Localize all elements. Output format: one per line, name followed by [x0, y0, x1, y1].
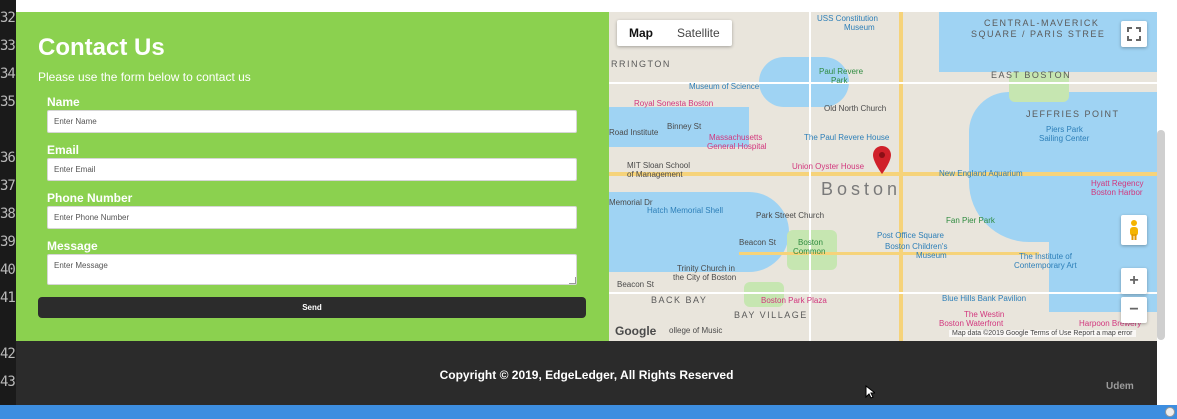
- location-pin-icon[interactable]: [873, 146, 891, 174]
- line-number: 35: [0, 94, 16, 110]
- taskbar: [0, 405, 1177, 419]
- map-road: [809, 12, 811, 341]
- map-label: Common: [793, 247, 826, 256]
- web-page: Contact Us Please use the form below to …: [16, 0, 1157, 405]
- map-label: Road Institute: [609, 128, 659, 137]
- fullscreen-icon[interactable]: [1121, 21, 1147, 47]
- page-top-strip: [16, 0, 1157, 12]
- map-label: Old North Church: [824, 104, 887, 113]
- email-label: Email: [47, 143, 80, 157]
- google-logo: Google: [615, 324, 657, 338]
- map-label: Sailing Center: [1039, 134, 1090, 143]
- line-number: 43: [0, 374, 16, 390]
- map-label: Museum of Science: [689, 82, 760, 91]
- map-label: The Institute of: [1019, 252, 1072, 261]
- map-label: the City of Boston: [673, 273, 737, 282]
- map-attribution[interactable]: Map data ©2019 Google Terms of Use Repor…: [949, 330, 1136, 337]
- map-label: JEFFRIES POINT: [1026, 109, 1120, 119]
- map-label: Trinity Church in: [677, 264, 735, 273]
- send-button[interactable]: Send: [38, 297, 586, 318]
- scrollbar-thumb[interactable]: [1157, 130, 1165, 340]
- map-label: Royal Sonesta Boston: [634, 99, 714, 108]
- map-label: Boston Park Plaza: [761, 296, 827, 305]
- google-map[interactable]: USS Constitution Museum CENTRAL-MAVERICK…: [609, 12, 1157, 341]
- map-label: Paul Revere: [819, 67, 864, 76]
- map-label: BACK BAY: [651, 295, 708, 305]
- editor-line-gutter: 32 33 34 35 36 37 38 39 40 41 42 43: [0, 0, 16, 405]
- name-label: Name: [47, 95, 80, 109]
- map-label: USS Constitution: [817, 14, 878, 23]
- phone-label: Phone Number: [47, 191, 133, 205]
- udemy-watermark: Udem: [1106, 381, 1134, 392]
- map-label: Hyatt Regency: [1091, 179, 1144, 188]
- map-label: Binney St: [667, 122, 702, 131]
- line-number: 41: [0, 290, 16, 306]
- map-label: Beacon St: [739, 238, 776, 247]
- map-label: Union Oyster House: [792, 162, 865, 171]
- map-road: [609, 292, 1157, 294]
- map-label: Beacon St: [617, 280, 654, 289]
- message-label: Message: [47, 239, 98, 253]
- map-label: BAY VILLAGE: [734, 310, 808, 320]
- map-label: Park: [831, 76, 848, 85]
- map-label: Boston Waterfront: [939, 319, 1004, 328]
- map-label: Boston Children's: [885, 242, 948, 251]
- email-input[interactable]: [47, 158, 577, 181]
- map-label: General Hospital: [707, 142, 767, 151]
- line-number: 36: [0, 150, 16, 166]
- map-tab[interactable]: Map: [617, 20, 665, 46]
- map-label: The Westin: [964, 310, 1005, 319]
- fullscreen-glyph: [1127, 27, 1141, 41]
- name-input[interactable]: [47, 110, 577, 133]
- map-label: Boston: [798, 238, 823, 247]
- mouse-cursor-icon: [865, 385, 875, 399]
- line-number: 33: [0, 38, 16, 54]
- map-label: Hatch Memorial Shell: [647, 206, 724, 215]
- copyright-text: Copyright © 2019, EdgeLedger, All Rights…: [439, 368, 734, 382]
- line-number: 34: [0, 66, 16, 82]
- map-label: EAST BOSTON: [991, 70, 1072, 80]
- line-number: 37: [0, 178, 16, 194]
- map-label: Fan Pier Park: [946, 216, 995, 225]
- map-label: Park Street Church: [756, 211, 825, 220]
- page-subtitle: Please use the form below to contact us: [38, 70, 251, 84]
- line-number: 38: [0, 206, 16, 222]
- map-label: Boston Harbor: [1091, 188, 1143, 197]
- map-label: RRINGTON: [611, 59, 671, 69]
- line-number: 39: [0, 234, 16, 250]
- zoom-in-icon[interactable]: +: [1121, 268, 1147, 294]
- map-label: Blue Hills Bank Pavilion: [942, 294, 1027, 303]
- pegman-glyph: [1130, 220, 1138, 240]
- map-label: ollege of Music: [669, 326, 723, 335]
- resize-grip-icon[interactable]: [569, 277, 576, 284]
- page-title: Contact Us: [38, 34, 165, 61]
- line-number: 40: [0, 262, 16, 278]
- map-label: Museum: [916, 251, 947, 260]
- line-number: 42: [0, 346, 16, 362]
- map-label: Boston: [821, 179, 902, 199]
- map-label: Post Office Square: [877, 231, 944, 240]
- page-footer: Copyright © 2019, EdgeLedger, All Rights…: [16, 341, 1157, 405]
- map-label: MIT Sloan School: [627, 161, 690, 170]
- line-number: 32: [0, 10, 16, 26]
- phone-input[interactable]: [47, 206, 577, 229]
- street-view-icon[interactable]: [1121, 215, 1147, 245]
- contact-section: Contact Us Please use the form below to …: [16, 12, 609, 341]
- message-textarea[interactable]: [47, 254, 577, 285]
- map-label: CENTRAL-MAVERICK: [984, 18, 1100, 28]
- map-label: Contemporary Art: [1014, 261, 1077, 270]
- map-label: Museum: [844, 23, 875, 32]
- map-label: SQUARE / PARIS STREE: [971, 29, 1106, 39]
- satellite-tab[interactable]: Satellite: [665, 20, 732, 46]
- map-label: Piers Park: [1046, 125, 1083, 134]
- zoom-out-icon[interactable]: −: [1121, 297, 1147, 323]
- map-type-control: Map Satellite: [617, 20, 732, 46]
- taskbar-button-icon[interactable]: [1165, 407, 1175, 417]
- map-label: The Paul Revere House: [804, 133, 890, 142]
- map-road: [739, 252, 1039, 255]
- map-label: New England Aquarium: [939, 169, 1023, 178]
- map-label: of Management: [627, 170, 683, 179]
- map-label: Massachusetts: [709, 133, 763, 142]
